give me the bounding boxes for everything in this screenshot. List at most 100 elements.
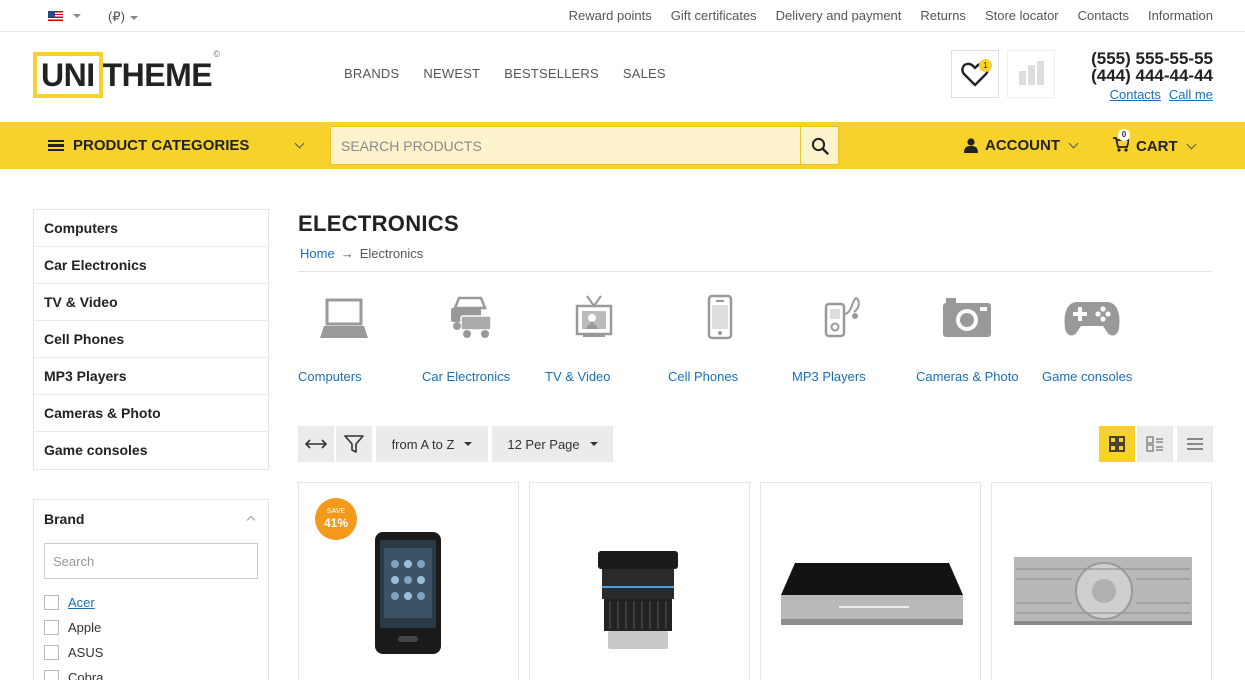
- link-returns[interactable]: Returns: [920, 8, 966, 23]
- phone-icon: [707, 294, 733, 340]
- product-card[interactable]: SAVE 41%: [298, 482, 519, 680]
- sidebar-item-mp3-players[interactable]: MP3 Players: [34, 358, 268, 395]
- nav-bestsellers[interactable]: BESTSELLERS: [504, 66, 599, 81]
- subcategory-label: Game consoles: [1042, 369, 1133, 384]
- breadcrumb: Home → Electronics: [300, 246, 423, 261]
- brand-label[interactable]: Acer: [68, 595, 95, 610]
- phone-block: (555) 555-55-55 (444) 444-44-44 Contacts…: [1091, 50, 1213, 102]
- search-input[interactable]: [331, 127, 801, 164]
- sidebar-item-game-consoles[interactable]: Game consoles: [34, 432, 268, 469]
- breadcrumb-home[interactable]: Home: [300, 246, 335, 261]
- brand-option-apple[interactable]: Apple: [44, 615, 103, 640]
- product-card[interactable]: [991, 482, 1212, 680]
- nav-sales[interactable]: SALES: [623, 66, 666, 81]
- link-information[interactable]: Information: [1148, 8, 1213, 23]
- phone-number-2[interactable]: (444) 444-44-44: [1091, 67, 1213, 84]
- link-store-locator[interactable]: Store locator: [985, 8, 1059, 23]
- us-flag-icon[interactable]: [48, 11, 63, 21]
- top-links: Reward points Gift certificates Delivery…: [569, 8, 1213, 23]
- product-card[interactable]: [760, 482, 981, 680]
- cart-icon-wrap: 0: [1113, 129, 1131, 156]
- breadcrumb-current: Electronics: [359, 246, 424, 261]
- link-gift-certificates[interactable]: Gift certificates: [671, 8, 757, 23]
- per-page-label: 12 Per Page: [507, 436, 580, 452]
- nav-brands[interactable]: BRANDS: [344, 66, 399, 81]
- contacts-link[interactable]: Contacts: [1110, 87, 1161, 102]
- cart-menu[interactable]: 0 CART: [1113, 129, 1197, 156]
- search-box: [330, 126, 839, 165]
- laptop-icon: [320, 298, 368, 338]
- link-reward-points[interactable]: Reward points: [569, 8, 652, 23]
- sidebar-item-computers[interactable]: Computers: [34, 210, 268, 247]
- top-bar: (₽) Reward points Gift certificates Deli…: [0, 0, 1245, 32]
- phone-number-1[interactable]: (555) 555-55-55: [1091, 50, 1213, 67]
- logo-text: THEME: [102, 56, 213, 93]
- menu-bar: PRODUCT CATEGORIES ACCOUNT 0 CART: [0, 122, 1245, 169]
- search-button[interactable]: [800, 127, 838, 164]
- discount-badge: SAVE 41%: [315, 498, 357, 540]
- checkbox[interactable]: [44, 670, 59, 680]
- dvd-player-image: [1014, 557, 1192, 625]
- chevron-down-icon[interactable]: [73, 14, 81, 18]
- brand-option-acer[interactable]: Acer: [44, 590, 103, 615]
- sidebar-item-cell-phones[interactable]: Cell Phones: [34, 321, 268, 358]
- chevron-down-icon[interactable]: [294, 138, 305, 149]
- brand-option-asus[interactable]: ASUS: [44, 640, 103, 665]
- cart-count-badge: 0: [1118, 129, 1130, 141]
- camera-lens-image: [598, 551, 678, 649]
- search-icon: [811, 137, 829, 155]
- brand-option-cobra[interactable]: Cobra: [44, 665, 103, 680]
- link-delivery-payment[interactable]: Delivery and payment: [776, 8, 902, 23]
- filter-button[interactable]: [336, 426, 372, 462]
- discount-value: 41%: [323, 516, 349, 530]
- breadcrumb-separator: →: [340, 246, 354, 261]
- subcategory-label: TV & Video: [545, 369, 611, 384]
- compact-view-button[interactable]: [1177, 426, 1213, 462]
- currency-selector[interactable]: (₽): [108, 9, 138, 25]
- subcategory-label: Car Electronics: [422, 369, 511, 384]
- call-me-link[interactable]: Call me: [1169, 87, 1213, 102]
- link-contacts[interactable]: Contacts: [1078, 8, 1129, 23]
- discount-label: SAVE: [326, 508, 346, 515]
- checkbox[interactable]: [44, 620, 59, 635]
- chevron-up-icon[interactable]: [246, 515, 256, 525]
- brand-label: Cobra: [68, 670, 104, 680]
- brand-label: ASUS: [68, 645, 104, 660]
- user-icon: [964, 138, 978, 153]
- brand-filter: Brand Acer Apple ASUS Cobra: [33, 499, 269, 680]
- chevron-down-icon: [464, 442, 473, 446]
- nav-newest[interactable]: NEWEST: [423, 66, 480, 81]
- list-view-button[interactable]: [1137, 426, 1173, 462]
- checkbox[interactable]: [44, 595, 59, 610]
- expand-button[interactable]: [298, 426, 334, 462]
- blu-ray-player-image: [781, 563, 963, 625]
- subcategory-label: Cameras & Photo: [916, 369, 1019, 384]
- compare-button[interactable]: [1007, 50, 1055, 98]
- sidebar-item-cameras-photo[interactable]: Cameras & Photo: [34, 395, 268, 432]
- bar-chart-icon: [1018, 61, 1044, 85]
- list-detail-icon: [1146, 436, 1163, 452]
- logo[interactable]: UNI THEME ©: [33, 49, 220, 98]
- account-menu[interactable]: ACCOUNT: [964, 137, 1079, 154]
- product-categories-button[interactable]: PRODUCT CATEGORIES: [48, 137, 249, 154]
- chevron-down-icon: [1068, 138, 1079, 149]
- sidebar-item-tv-video[interactable]: TV & Video: [34, 284, 268, 321]
- grid-view-button[interactable]: [1099, 426, 1135, 462]
- product-toolbar: from A to Z 12 Per Page: [298, 426, 1213, 462]
- subcategory-label: MP3 Players: [792, 369, 866, 384]
- brand-search-input[interactable]: [44, 543, 258, 579]
- brand-label: Apple: [68, 620, 102, 635]
- gamepad-icon: [1064, 302, 1120, 336]
- sidebar-item-car-electronics[interactable]: Car Electronics: [34, 247, 268, 284]
- list-icon: [1187, 438, 1203, 450]
- product-card[interactable]: [529, 482, 750, 680]
- subcategory-grid: Computers Car Electronics TV & Video Cel…: [298, 290, 1213, 390]
- per-page-dropdown[interactable]: 12 Per Page: [492, 426, 613, 462]
- cart-label: CART: [1136, 138, 1178, 155]
- checkbox[interactable]: [44, 645, 59, 660]
- sort-dropdown[interactable]: from A to Z: [376, 426, 488, 462]
- tv-icon: [575, 295, 613, 337]
- brand-filter-title[interactable]: Brand: [44, 511, 84, 527]
- divider: [298, 271, 1213, 272]
- wishlist-button[interactable]: 1: [951, 50, 999, 98]
